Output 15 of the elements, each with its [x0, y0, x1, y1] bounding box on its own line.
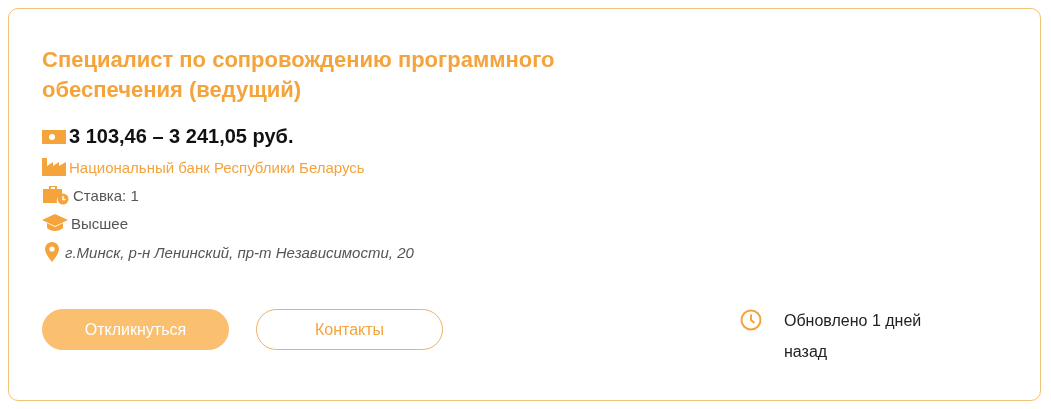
factory-icon	[42, 158, 66, 176]
clock-icon	[740, 309, 762, 331]
updated-text: Обновлено 1 дней назад	[784, 311, 923, 362]
graduation-cap-icon	[42, 214, 68, 232]
briefcase-clock-icon	[42, 185, 70, 205]
vacancy-title[interactable]: Специалист по сопровождению программного обеспечения (ведущий)	[42, 45, 602, 105]
rate-text: Ставка: 1	[73, 186, 139, 204]
location-pin-icon	[42, 242, 62, 262]
employer-link[interactable]: Национальный банк Республики Беларусь	[69, 158, 365, 176]
contacts-button[interactable]: Контакты	[256, 309, 443, 350]
banknote-icon	[42, 128, 66, 144]
education-text: Высшее	[71, 214, 128, 232]
respond-button[interactable]: Откликнуться	[42, 309, 229, 350]
salary-text: 3 103,46 – 3 241,05 руб.	[69, 124, 294, 148]
address-text: г.Минск, р-н Ленинский, пр-т Независимости, 20	[65, 243, 414, 261]
